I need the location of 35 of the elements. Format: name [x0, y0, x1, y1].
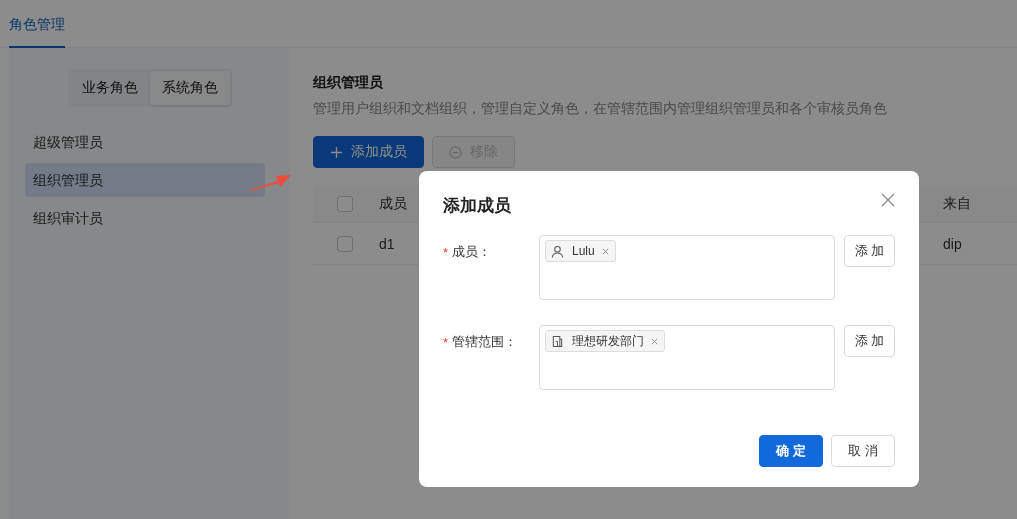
close-icon[interactable]: [881, 193, 895, 207]
required-mark: *: [443, 334, 449, 350]
field-label: 管辖范围：: [452, 333, 518, 351]
field-label: 成员：: [452, 243, 492, 261]
user-icon: [551, 244, 564, 258]
role-item[interactable]: 超级管理员: [25, 125, 265, 159]
dialog-title: 添加成员: [443, 195, 511, 217]
confirm-button[interactable]: 确 定: [759, 435, 823, 467]
add-member-button[interactable]: 添加成员: [313, 136, 424, 168]
required-mark: *: [443, 244, 449, 260]
tag-input-field[interactable]: 理想研发部门: [539, 325, 835, 390]
role-item[interactable]: 组织审计员: [25, 201, 265, 235]
checkbox[interactable]: [337, 235, 353, 252]
column-header: 成员: [379, 194, 407, 213]
section-description: 管理用户组织和文档组织，管理自定义角色，在管辖范围内管理组织管理员和各个审核员角色: [313, 100, 888, 118]
add-button[interactable]: 添 加: [844, 235, 895, 267]
segment-tab[interactable]: 业务角色: [70, 71, 150, 105]
table-cell: d1: [379, 235, 395, 252]
checkbox[interactable]: [337, 195, 353, 212]
table-cell-text: dip: [943, 235, 963, 252]
section-title: 组织管理员: [313, 74, 384, 92]
building-icon: [551, 334, 564, 348]
tag: Lulu: [545, 240, 616, 262]
column-header: 来自: [943, 194, 972, 213]
tag-input-field[interactable]: Lulu: [539, 235, 835, 300]
cancel-button[interactable]: 取 消: [831, 435, 895, 467]
annotation-arrow: [248, 172, 292, 192]
role-item[interactable]: 组织管理员: [25, 163, 265, 197]
minus-circle-icon: [449, 145, 462, 159]
tag: 理想研发部门: [545, 330, 665, 352]
remove-tag-icon[interactable]: [650, 336, 659, 346]
add-button[interactable]: 添 加: [844, 325, 895, 357]
segment-tab[interactable]: 系统角色: [150, 71, 230, 105]
plus-icon: [330, 145, 343, 159]
remove-tag-icon[interactable]: [600, 246, 610, 256]
